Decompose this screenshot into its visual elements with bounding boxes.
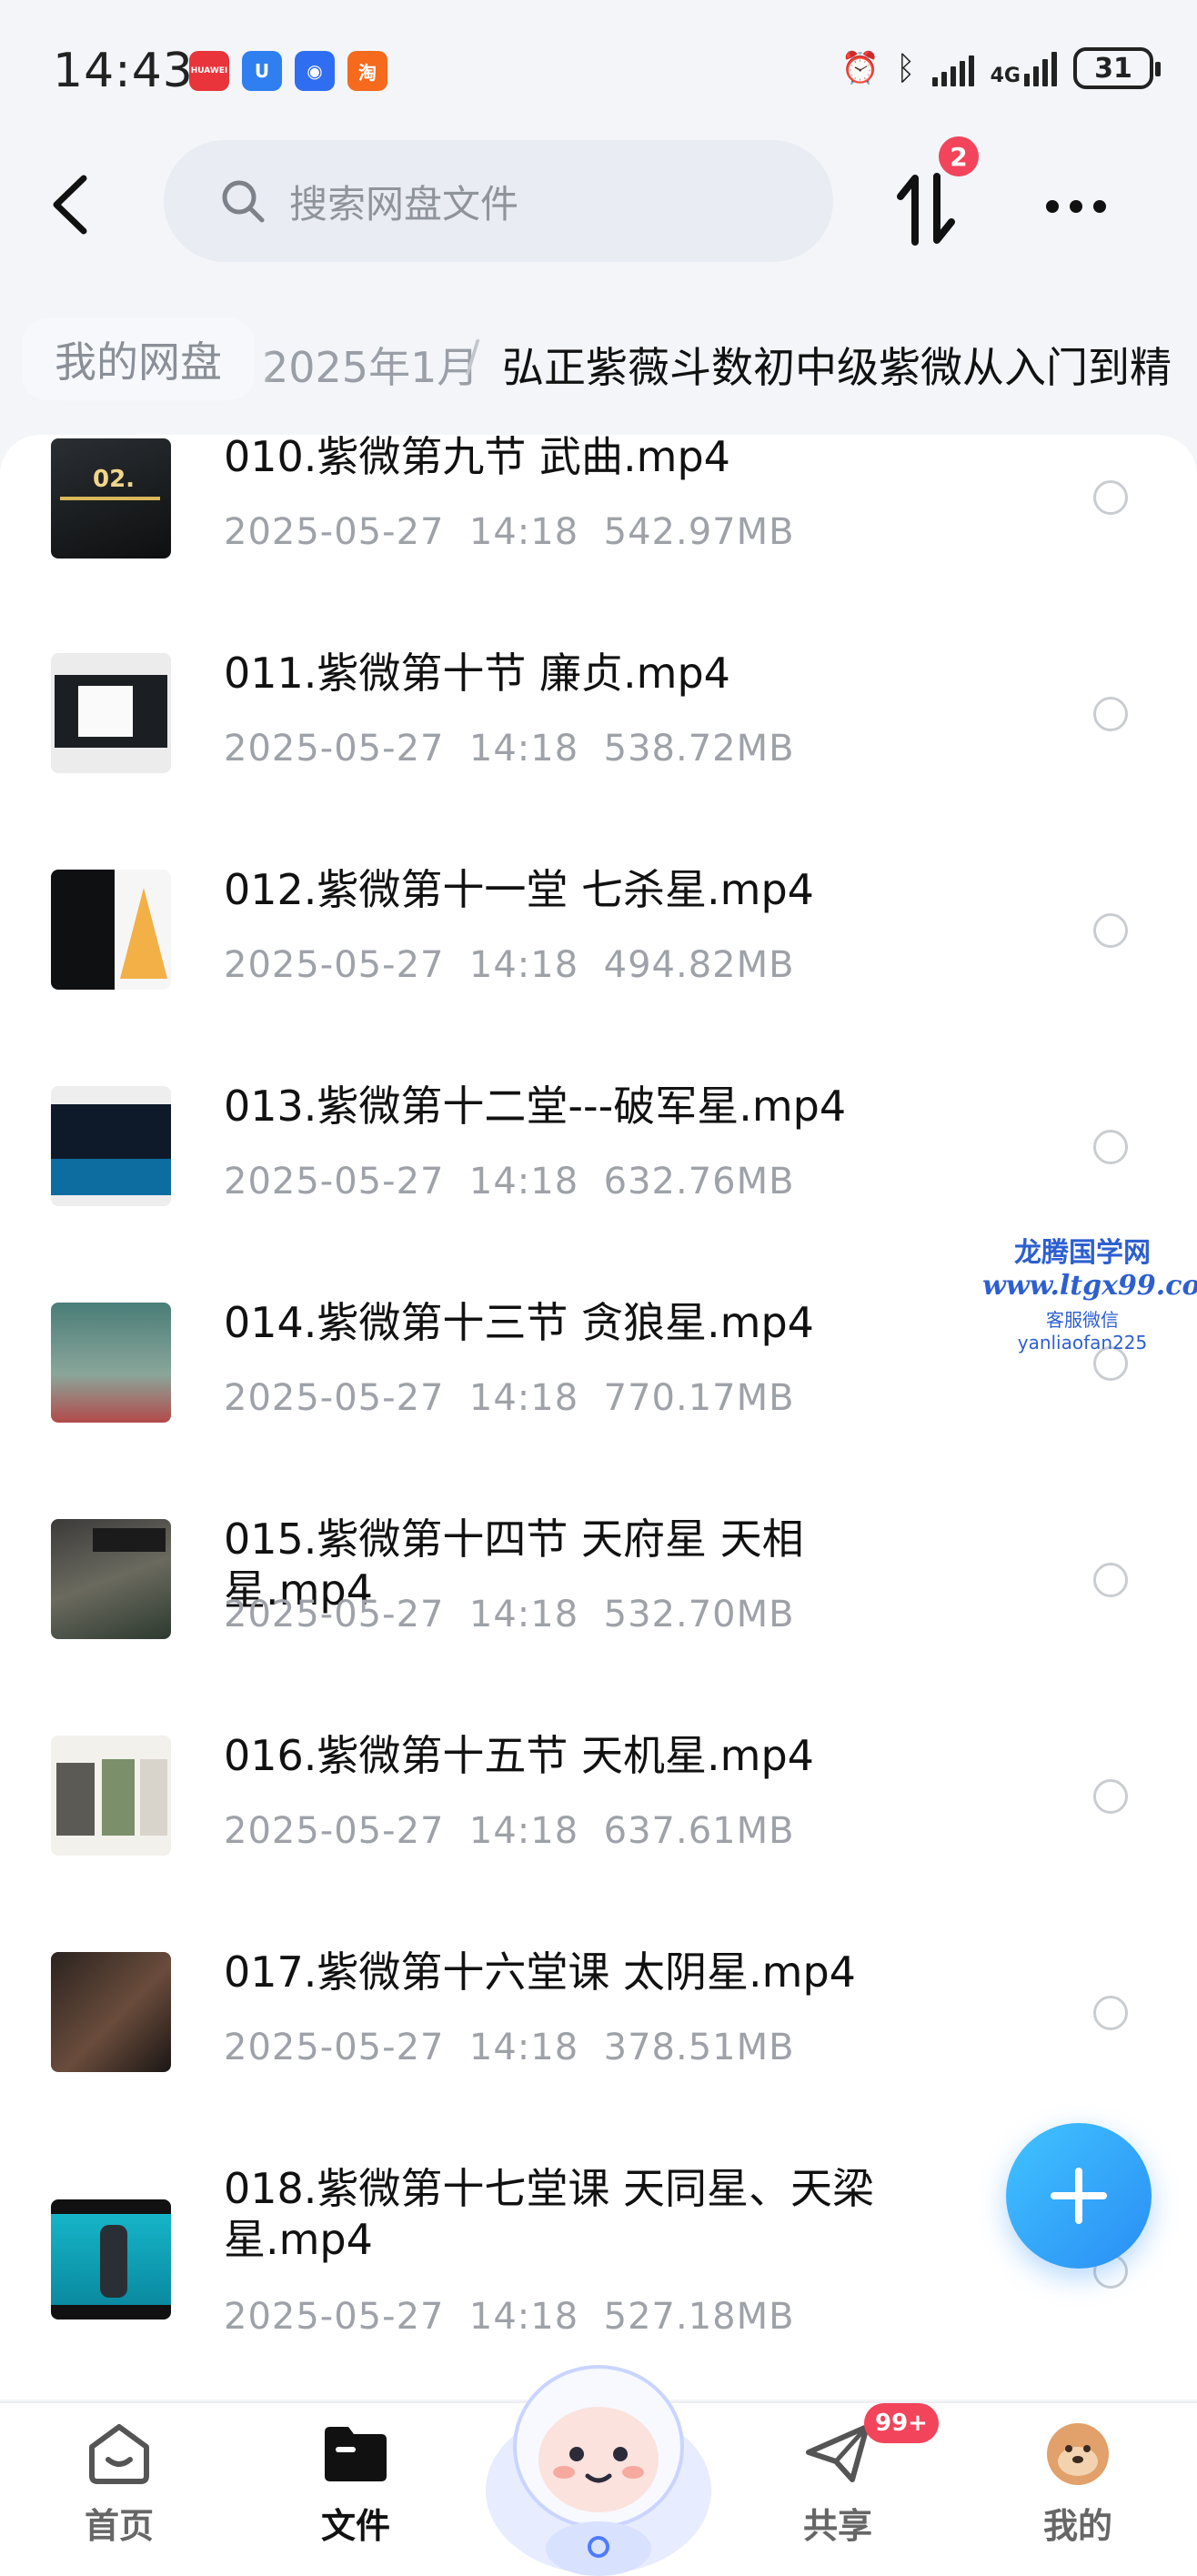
cellular-signal-icon: 4G xyxy=(991,50,1057,86)
status-time: 14:43 xyxy=(53,44,194,98)
select-radio[interactable] xyxy=(1093,1779,1128,1814)
video-thumbnail xyxy=(51,1952,171,2072)
file-meta: 2025-05-27 14:18 637.61MB xyxy=(224,1810,795,1852)
share-count-badge: 99+ xyxy=(864,2403,939,2443)
nav-share-label: 共享 xyxy=(802,2506,872,2546)
file-name: 012.紫微第十一堂 七杀星.mp4 xyxy=(224,865,814,914)
file-name: 016.紫微第十五节 天机星.mp4 xyxy=(224,1731,814,1780)
file-row[interactable]: 012.紫微第十一堂 七杀星.mp4 2025-05-27 14:18 494.… xyxy=(0,865,1197,1084)
select-radio[interactable] xyxy=(1093,1563,1128,1597)
nav-files-label: 文件 xyxy=(320,2506,390,2546)
file-name: 017.紫微第十六堂课 太阴星.mp4 xyxy=(224,1947,856,1997)
select-radio[interactable] xyxy=(1093,1996,1128,2030)
status-bar: 14:43 HUAWEI U ◉ 淘 ⏰ ᛒ 4G 31 xyxy=(0,0,1197,136)
file-meta: 2025-05-27 14:18 494.82MB xyxy=(224,944,795,986)
transfer-list-icon[interactable] xyxy=(895,173,959,246)
alarm-icon: ⏰ xyxy=(840,50,880,86)
huawei-app-icon: HUAWEI xyxy=(189,51,229,91)
network-type-label: 4G xyxy=(990,65,1021,87)
system-icons: ⏰ ᛒ 4G 31 xyxy=(840,47,1161,89)
file-meta: 2025-05-27 14:18 378.51MB xyxy=(224,2027,795,2068)
plus-icon xyxy=(1051,2168,1107,2224)
video-thumbnail xyxy=(51,653,171,773)
breadcrumb-current-folder[interactable]: 弘正紫薇斗数初中级紫微从入门到精 xyxy=(502,335,1172,395)
file-name: 013.紫微第十二堂---破军星.mp4 xyxy=(224,1082,847,1131)
file-meta: 2025-05-27 14:18 532.70MB xyxy=(224,1594,795,1635)
taobao-app-icon: 淘 xyxy=(347,51,387,91)
folder-icon xyxy=(325,2427,387,2481)
nav-home[interactable]: 首页 xyxy=(51,2420,187,2548)
breadcrumb: 2025年1月 我的网盘 / 弘正紫薇斗数初中级紫微从入门到精 xyxy=(0,318,1197,406)
browser-app-icon: ◉ xyxy=(295,51,335,91)
wifi-signal-icon xyxy=(931,50,974,86)
video-thumbnail xyxy=(51,2199,171,2319)
file-meta: 2025-05-27 14:18 632.76MB xyxy=(224,1161,795,1202)
file-meta: 2025-05-27 14:18 542.97MB xyxy=(224,511,795,553)
paper-plane-icon xyxy=(806,2424,870,2482)
watermark-contact: 客服微信 yanliaofan225 xyxy=(1017,1309,1148,1353)
select-radio[interactable] xyxy=(1093,697,1128,731)
top-bar: 搜索网盘文件 xyxy=(0,136,1197,273)
home-icon xyxy=(89,2424,149,2484)
file-name: 018.紫微第十七堂课 天同星、天梁星.mp4 xyxy=(224,2164,875,2264)
search-icon xyxy=(222,180,265,223)
nav-home-label: 首页 xyxy=(84,2506,154,2546)
more-options-icon[interactable] xyxy=(1046,200,1106,213)
file-row[interactable]: 016.紫微第十五节 天机星.mp4 2025-05-27 14:18 637.… xyxy=(0,1731,1197,1950)
breadcrumb-separator: / xyxy=(466,331,480,380)
file-meta: 2025-05-27 14:18 770.17MB xyxy=(224,1377,795,1419)
battery-indicator: 31 xyxy=(1073,47,1161,89)
file-list: 02. 010.紫微第九节 武曲.mp4 2025-05-27 14:18 54… xyxy=(0,435,1197,2400)
file-row[interactable]: 017.紫微第十六堂课 太阴星.mp4 2025-05-27 14:18 378… xyxy=(0,1947,1197,2167)
video-thumbnail xyxy=(51,870,171,990)
nav-files[interactable]: 文件 xyxy=(287,2420,424,2548)
file-row[interactable]: 015.紫微第十四节 天府星 天相星.mp4 2025-05-27 14:18 … xyxy=(0,1514,1197,1734)
video-thumbnail xyxy=(51,1086,171,1206)
video-thumbnail xyxy=(51,1303,171,1423)
breadcrumb-root[interactable]: 我的网盘 xyxy=(22,318,255,400)
file-meta: 2025-05-27 14:18 527.18MB xyxy=(224,2296,795,2338)
video-thumbnail xyxy=(51,1519,171,1639)
back-arrow-icon[interactable] xyxy=(44,173,98,236)
select-radio[interactable] xyxy=(1093,913,1128,948)
transfer-count-badge: 2 xyxy=(939,136,979,176)
file-row[interactable]: 02. 010.紫微第九节 武曲.mp4 2025-05-27 14:18 54… xyxy=(0,435,1197,651)
u-app-icon: U xyxy=(242,51,282,91)
nav-me[interactable]: 我的 xyxy=(1010,2420,1146,2548)
select-radio[interactable] xyxy=(1093,1130,1128,1164)
mascot-assistant-icon[interactable] xyxy=(482,2338,715,2576)
nav-me-label: 我的 xyxy=(1042,2506,1112,2546)
breadcrumb-folder-2025-01[interactable]: 2025年1月 xyxy=(262,335,478,395)
avatar xyxy=(1047,2423,1109,2485)
file-name: 011.紫微第十节 廉贞.mp4 xyxy=(224,649,730,698)
add-button[interactable] xyxy=(1006,2123,1152,2269)
file-meta: 2025-05-27 14:18 538.72MB xyxy=(224,728,795,770)
file-name: 010.紫微第九节 武曲.mp4 xyxy=(224,435,730,481)
watermark-url: www.ltgx99.com xyxy=(982,1270,1197,1302)
file-row[interactable]: 011.紫微第十节 廉贞.mp4 2025-05-27 14:18 538.72… xyxy=(0,649,1197,868)
file-name: 014.紫微第十三节 贪狼星.mp4 xyxy=(224,1298,814,1347)
select-radio[interactable] xyxy=(1093,480,1128,515)
search-bar[interactable]: 搜索网盘文件 xyxy=(164,140,833,262)
video-thumbnail: 02. xyxy=(51,438,171,558)
watermark-title: 龙腾国学网 xyxy=(1014,1237,1151,1269)
page: 14:43 HUAWEI U ◉ 淘 ⏰ ᛒ 4G 31 搜索网盘文件 2 20… xyxy=(0,0,1197,2576)
watermark: 龙腾国学网 www.ltgx99.com 客服微信 yanliaofan225 xyxy=(982,1230,1197,1353)
notification-app-icons: HUAWEI U ◉ 淘 xyxy=(189,51,387,91)
search-placeholder: 搜索网盘文件 xyxy=(289,181,519,226)
bluetooth-icon: ᛒ xyxy=(896,49,916,87)
video-thumbnail xyxy=(51,1736,171,1856)
